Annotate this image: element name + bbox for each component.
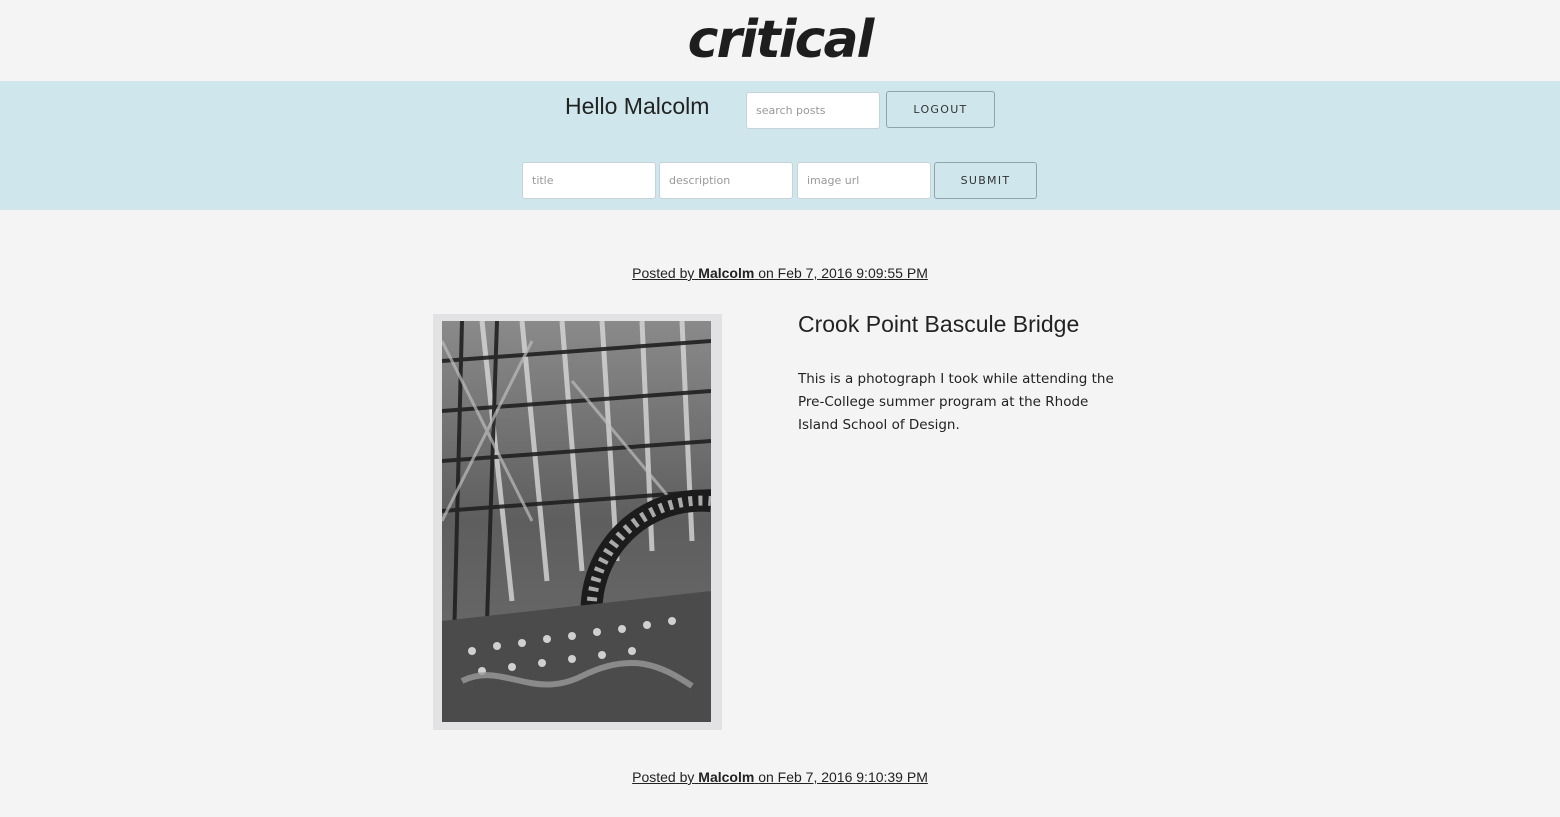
greeting: Hello Malcolm	[565, 93, 710, 119]
title-field[interactable]	[522, 162, 656, 199]
search-input[interactable]	[746, 92, 880, 129]
post-description: This is a photograph I took while attend…	[798, 371, 1114, 433]
post-meta: Posted by Malcolm on Feb 7, 2016 9:09:55…	[0, 265, 1560, 281]
posted-by-prefix: Posted by	[632, 265, 695, 281]
post-author: Malcolm	[698, 265, 755, 281]
post-meta: Posted by Malcolm on Feb 7, 2016 9:10:39…	[0, 769, 1560, 785]
post-image	[442, 321, 711, 722]
image-url-field[interactable]	[797, 162, 931, 199]
post-date: on Feb 7, 2016 9:10:39 PM	[758, 769, 928, 785]
description-field[interactable]	[659, 162, 793, 199]
posted-by-prefix: Posted by	[632, 769, 695, 785]
bridge-photo-icon	[442, 321, 711, 722]
post-meta-link[interactable]: Posted by Malcolm on Feb 7, 2016 9:09:55…	[632, 265, 928, 281]
submit-button[interactable]: SUBMIT	[934, 162, 1037, 199]
logout-button[interactable]: LOGOUT	[886, 91, 995, 128]
site-logo[interactable]: critical	[0, 0, 1560, 81]
post-author: Malcolm	[698, 769, 755, 785]
post-meta-link[interactable]: Posted by Malcolm on Feb 7, 2016 9:10:39…	[632, 769, 928, 785]
post-image-frame[interactable]	[433, 314, 722, 730]
logo-text[interactable]: critical	[688, 10, 875, 70]
post-title: Crook Point Bascule Bridge	[798, 311, 1080, 337]
post-date: on Feb 7, 2016 9:09:55 PM	[758, 265, 928, 281]
